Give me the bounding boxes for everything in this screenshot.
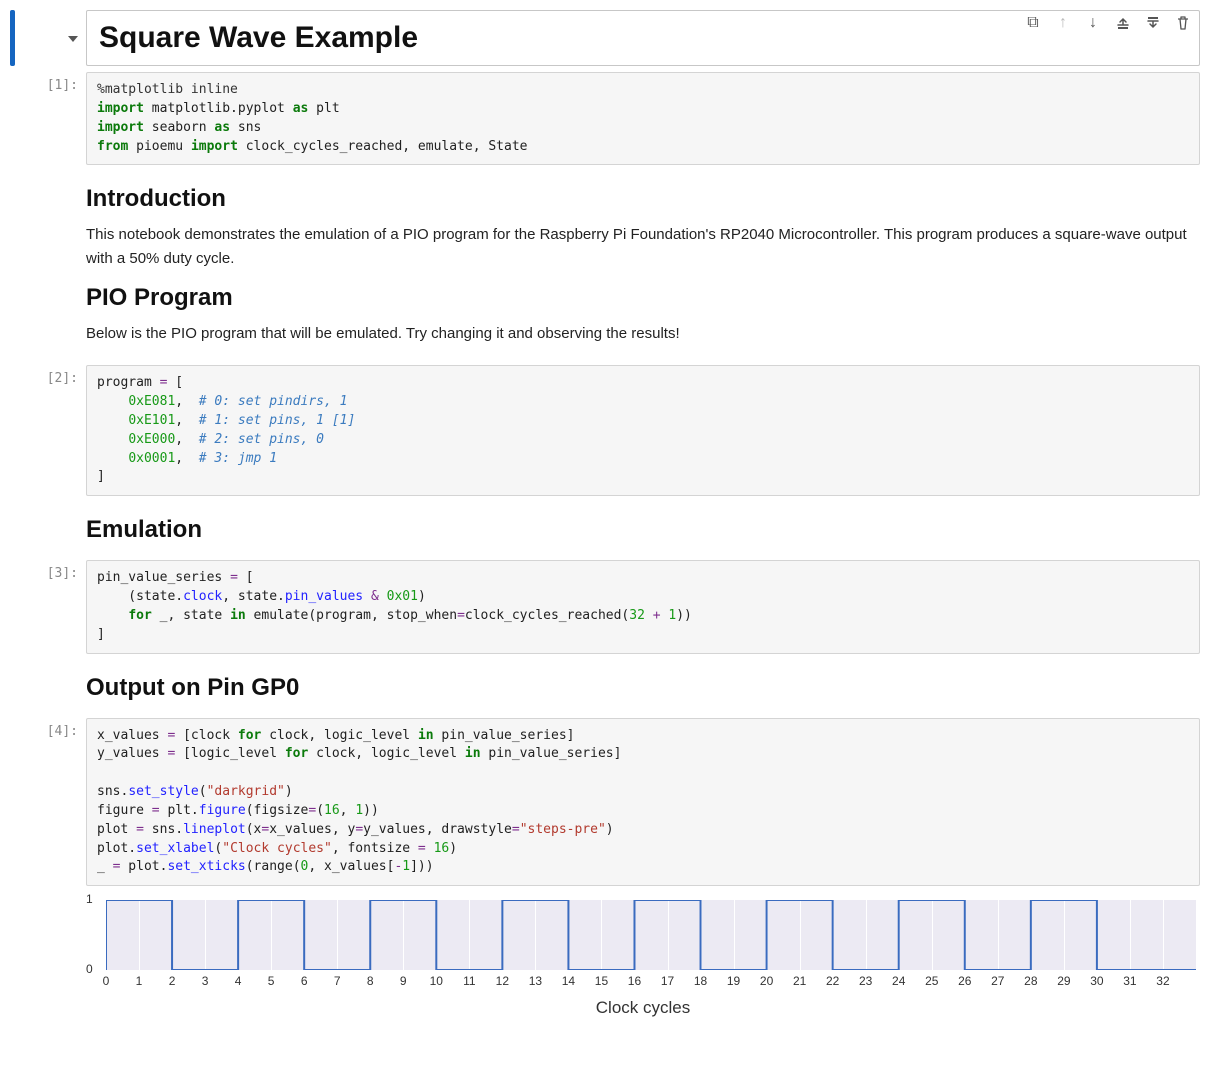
- x-tick: 9: [400, 974, 407, 988]
- x-tick: 31: [1123, 974, 1136, 988]
- x-tick: 26: [958, 974, 971, 988]
- x-tick: 0: [103, 974, 110, 988]
- x-tick: 28: [1024, 974, 1037, 988]
- code-editor[interactable]: x_values = [clock for clock, logic_level…: [86, 718, 1200, 887]
- cell-code-1[interactable]: [1]: %matplotlib inline import matplotli…: [10, 72, 1200, 165]
- x-tick: 4: [235, 974, 242, 988]
- code-editor[interactable]: pin_value_series = [ (state.clock, state…: [86, 560, 1200, 653]
- cell-prompt: [1]:: [26, 72, 86, 165]
- x-axis-label: Clock cycles: [86, 998, 1200, 1018]
- x-tick: 29: [1057, 974, 1070, 988]
- x-tick: 27: [991, 974, 1004, 988]
- title-editor[interactable]: ⧉ ↑ ↓ Square Wave Example: [86, 10, 1200, 66]
- x-tick: 20: [760, 974, 773, 988]
- x-tick: 17: [661, 974, 674, 988]
- arrow-up-icon[interactable]: ↑: [1055, 15, 1071, 31]
- chart-output: 1 0 012345678910111213141516171819202122…: [86, 900, 1200, 996]
- x-tick: 19: [727, 974, 740, 988]
- notebook: ⧉ ↑ ↓ Square Wave Example [1]: %matplotl…: [10, 10, 1200, 1018]
- x-tick: 2: [169, 974, 176, 988]
- y-tick-1: 1: [86, 892, 93, 906]
- code-editor[interactable]: program = [ 0xE081, # 0: set pindirs, 1 …: [86, 365, 1200, 496]
- trash-icon[interactable]: [1175, 15, 1191, 31]
- x-tick: 21: [793, 974, 806, 988]
- heading-introduction: Introduction: [86, 185, 1200, 213]
- cell-code-2[interactable]: [2]: program = [ 0xE081, # 0: set pindir…: [10, 365, 1200, 496]
- duplicate-icon[interactable]: ⧉: [1025, 15, 1041, 31]
- x-tick: 18: [694, 974, 707, 988]
- collapse-chevron-icon[interactable]: [68, 36, 78, 42]
- cell-prompt: [2]:: [26, 365, 86, 496]
- x-tick: 22: [826, 974, 839, 988]
- x-tick: 10: [430, 974, 443, 988]
- x-tick: 7: [334, 974, 341, 988]
- x-tick: 25: [925, 974, 938, 988]
- cell-md-emulation[interactable]: Emulation: [10, 502, 1200, 554]
- selection-bar: [10, 10, 15, 66]
- y-tick-0: 0: [86, 962, 93, 976]
- cell-code-4[interactable]: [4]: x_values = [clock for clock, logic_…: [10, 718, 1200, 1019]
- x-tick: 14: [562, 974, 575, 988]
- x-tick: 5: [268, 974, 275, 988]
- x-tick: 8: [367, 974, 374, 988]
- cell-md-intro[interactable]: Introduction This notebook demonstrates …: [10, 171, 1200, 359]
- x-tick: 23: [859, 974, 872, 988]
- insert-below-icon[interactable]: [1145, 15, 1161, 31]
- x-tick: 11: [463, 974, 475, 988]
- cell-md-output[interactable]: Output on Pin GP0: [10, 660, 1200, 712]
- insert-above-icon[interactable]: [1115, 15, 1131, 31]
- cell-prompt: [4]:: [26, 718, 86, 1019]
- code-editor[interactable]: %matplotlib inline import matplotlib.pyp…: [86, 72, 1200, 165]
- heading-output: Output on Pin GP0: [86, 674, 1200, 702]
- x-tick: 30: [1090, 974, 1103, 988]
- cell-prompt: [3]:: [26, 560, 86, 653]
- x-tick: 6: [301, 974, 308, 988]
- heading-emulation: Emulation: [86, 516, 1200, 544]
- x-tick: 1: [136, 974, 143, 988]
- x-tick: 3: [202, 974, 209, 988]
- intro-paragraph: This notebook demonstrates the emulation…: [86, 223, 1200, 270]
- x-tick: 12: [496, 974, 509, 988]
- x-tick: 15: [595, 974, 608, 988]
- cell-prompt: [26, 10, 86, 66]
- page-title: Square Wave Example: [99, 21, 1187, 55]
- cell-code-3[interactable]: [3]: pin_value_series = [ (state.clock, …: [10, 560, 1200, 653]
- cell-title[interactable]: ⧉ ↑ ↓ Square Wave Example: [10, 10, 1200, 66]
- arrow-down-icon[interactable]: ↓: [1085, 15, 1101, 31]
- heading-pio: PIO Program: [86, 284, 1200, 312]
- x-tick: 32: [1156, 974, 1169, 988]
- cell-toolbar: ⧉ ↑ ↓: [1025, 15, 1191, 31]
- x-tick: 24: [892, 974, 905, 988]
- x-tick: 13: [529, 974, 542, 988]
- pio-paragraph: Below is the PIO program that will be em…: [86, 322, 1200, 345]
- x-tick: 16: [628, 974, 641, 988]
